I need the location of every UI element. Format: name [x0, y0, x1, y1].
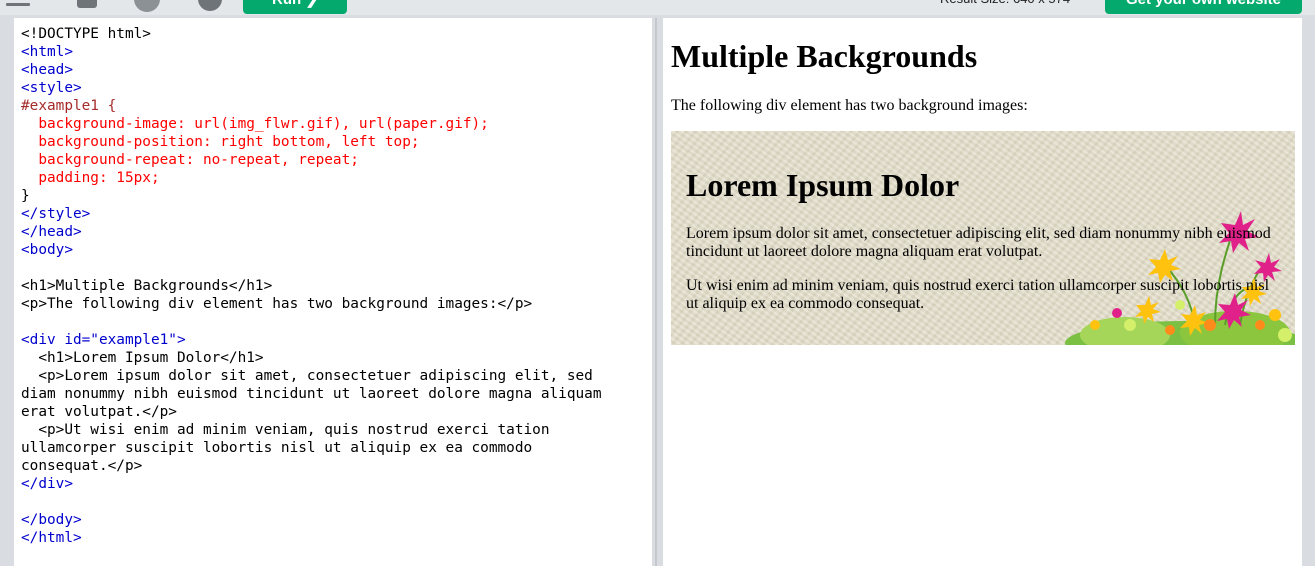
- theme-icon[interactable]: [134, 0, 160, 12]
- code-line: <html>: [21, 44, 73, 60]
- code-line: </head>: [21, 224, 82, 240]
- code-line: </body>: [21, 512, 82, 528]
- code-line: <style>: [21, 80, 82, 96]
- example-paragraph-1: Lorem ipsum dolor sit amet, consectetuer…: [686, 225, 1271, 260]
- code-line: background-image: url(img_flwr.gif), url…: [21, 116, 489, 132]
- pane-splitter[interactable]: [652, 18, 663, 566]
- code-line: ullamcorper suscipit lobortis nisl ut al…: [21, 440, 533, 456]
- menu-icon[interactable]: [6, 3, 30, 6]
- result-scrollbar[interactable]: [1302, 18, 1315, 566]
- code-line: }: [21, 188, 30, 204]
- code-line: <h1>Lorem Ipsum Dolor</h1>: [21, 350, 264, 366]
- example-paragraph-2: Ut wisi enim ad minim veniam, quis nostr…: [686, 277, 1270, 312]
- code-line: <!DOCTYPE html>: [21, 26, 151, 42]
- save-icon[interactable]: [77, 0, 97, 8]
- code-line: consequat.</p>: [21, 458, 143, 474]
- intro-paragraph: The following div element has two backgr…: [671, 97, 1028, 114]
- result-frame: Multiple Backgrounds The following div e…: [663, 18, 1302, 566]
- page-title: Multiple Backgrounds: [671, 38, 978, 74]
- code-line: <p>The following div element has two bac…: [21, 296, 533, 312]
- code-editor[interactable]: <!DOCTYPE html> <html> <head> <style> #e…: [14, 18, 652, 566]
- code-line: <head>: [21, 62, 73, 78]
- example-div: Lorem Ipsum Dolor Lorem ipsum dolor sit …: [671, 131, 1295, 345]
- code-line: </div>: [21, 476, 73, 492]
- code-line: #example1 {: [21, 98, 117, 114]
- orientation-icon[interactable]: [198, 0, 222, 11]
- code-line: <p>Lorem ipsum dolor sit amet, consectet…: [21, 368, 593, 384]
- example-heading: Lorem Ipsum Dolor: [686, 167, 960, 203]
- result-size-label: Result Size: 640 x 574: [940, 0, 1070, 8]
- code-line: <div id="example1">: [21, 332, 186, 348]
- code-line: padding: 15px;: [21, 170, 160, 186]
- toolbar: Run ❯ Result Size: 640 x 574 Get your ow…: [0, 0, 1315, 15]
- code-text[interactable]: <!DOCTYPE html> <html> <head> <style> #e…: [14, 18, 652, 547]
- code-line: <p>Ut wisi enim ad minim veniam, quis no…: [21, 422, 550, 438]
- code-line: </html>: [21, 530, 82, 546]
- run-button[interactable]: Run ❯: [243, 0, 347, 14]
- code-line: background-position: right bottom, left …: [21, 134, 420, 150]
- code-line: diam nonummy nibh euismod tincidunt ut l…: [21, 386, 602, 402]
- code-line: erat volutpat.</p>: [21, 404, 177, 420]
- code-line: </style>: [21, 206, 91, 222]
- code-line: <h1>Multiple Backgrounds</h1>: [21, 278, 273, 294]
- code-line: <body>: [21, 242, 73, 258]
- get-website-button[interactable]: Get your own website: [1105, 0, 1302, 14]
- code-line: background-repeat: no-repeat, repeat;: [21, 152, 359, 168]
